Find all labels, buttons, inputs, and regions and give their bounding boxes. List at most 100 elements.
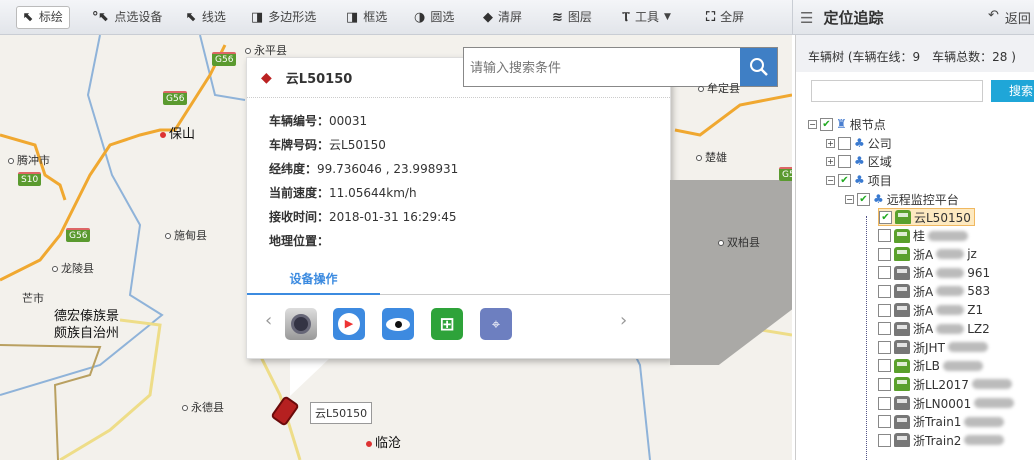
circle-select-button[interactable]: ◑ 圆选	[408, 6, 460, 29]
line-select-button[interactable]: ⬉ 线选	[180, 6, 232, 29]
field-location: 地理位置：	[269, 234, 330, 248]
bus-icon	[894, 284, 910, 299]
popup-tabs: 设备操作	[247, 268, 672, 295]
checkbox[interactable]	[878, 247, 891, 261]
bus-icon	[894, 433, 910, 448]
checkbox[interactable]	[878, 303, 891, 317]
bus-icon	[894, 396, 910, 410]
checkbox-checked: ✔	[838, 173, 851, 187]
map-city-label: 芒市	[22, 292, 44, 305]
map-city-label: 永平县	[245, 42, 287, 58]
box-select-icon: ◨	[346, 10, 359, 25]
tree-node-project[interactable]: − ✔ ♣ 项目	[826, 171, 892, 189]
checkbox[interactable]	[878, 415, 891, 429]
map-city-label: 临沧	[366, 432, 401, 451]
eraser-icon: ◆	[483, 10, 493, 25]
bus-icon	[894, 414, 910, 429]
org-icon: ♣	[854, 136, 865, 150]
checkbox[interactable]	[878, 284, 891, 298]
org-icon: ♣	[854, 173, 865, 187]
monitor-eye-icon[interactable]	[382, 308, 414, 340]
masked-plate	[936, 305, 965, 315]
wrench-icon: Ⲧ	[622, 10, 630, 25]
tree-vehicle-item[interactable]: 浙A jz	[878, 245, 977, 263]
expand-icon: +	[826, 156, 835, 166]
tree-vehicle-item[interactable]: 浙A LZ2	[878, 320, 990, 338]
tree-search-input[interactable]	[811, 80, 983, 102]
tab-device-operations[interactable]: 设备操作	[247, 268, 380, 295]
search-button[interactable]	[740, 48, 777, 86]
tree-node-region[interactable]: + ♣ 区域	[826, 152, 892, 170]
plot-button[interactable]: ⬉ 标绘	[16, 6, 70, 29]
video-playback-icon[interactable]: ▶	[333, 308, 365, 340]
tree-vehicle-item[interactable]: 浙LB	[878, 357, 983, 375]
tree-vehicle-item[interactable]: 浙JHT	[878, 338, 988, 356]
checkbox[interactable]	[878, 359, 891, 373]
checkbox[interactable]	[878, 396, 891, 410]
bus-icon	[894, 358, 910, 373]
tree-vehicle-item[interactable]: 浙A 583	[878, 282, 990, 300]
track-route-icon[interactable]: ⌖	[480, 308, 512, 340]
point-select-button[interactable]: °⬉ 点选设备	[86, 6, 168, 29]
caret-down-icon: ▼	[664, 12, 671, 22]
collapse-icon: −	[808, 119, 817, 129]
car-icon: ◆	[261, 69, 272, 86]
vehicle-marker-icon[interactable]	[270, 395, 300, 427]
layers-icon: ≋	[552, 10, 563, 25]
box-select-button[interactable]: ◨ 框选	[340, 6, 393, 29]
bus-icon	[894, 340, 910, 355]
map-city-label: 永德县	[182, 399, 224, 415]
add-record-icon[interactable]: ⊞	[431, 308, 463, 340]
toolbar-divider	[792, 0, 793, 35]
tree-vehicle-item[interactable]: 浙Train2	[878, 431, 1005, 449]
tools-dropdown[interactable]: Ⲧ 工具 ▼	[616, 6, 677, 29]
highway-shield: G56	[66, 228, 91, 242]
tree-vehicle-item[interactable]: 浙A 961	[878, 264, 990, 282]
polygon-select-icon: ◨	[251, 10, 264, 25]
back-button[interactable]: ↶ 返回	[988, 8, 1031, 27]
checkbox[interactable]	[878, 433, 891, 447]
highway-shield: G5	[779, 167, 792, 181]
camera-icon[interactable]	[285, 308, 317, 340]
checkbox[interactable]	[878, 340, 891, 354]
fullscreen-button[interactable]: ⛶ 全屏	[700, 6, 750, 29]
tree-vehicle-item[interactable]: 浙Train1	[878, 413, 1005, 431]
highway-shield: G56	[163, 91, 188, 105]
map-city-label: 双柏县	[718, 234, 760, 250]
checkbox[interactable]	[878, 322, 891, 336]
tree-vehicle-item[interactable]: 浙LL2017	[878, 375, 1012, 393]
masked-plate	[936, 249, 965, 260]
tree-node-root[interactable]: − ✔ ♜ 根节点	[808, 115, 886, 133]
fullscreen-icon: ⛶	[706, 10, 716, 25]
checkbox[interactable]: ✔	[879, 210, 892, 224]
tree-vehicle-item[interactable]: 浙A Z1	[878, 301, 983, 319]
polygon-select-button[interactable]: ◨ 多边形选	[245, 6, 322, 29]
tree-vehicle-item[interactable]: ✔ 云L50150	[878, 208, 975, 226]
field-plate: 车牌号码：云L50150	[269, 138, 386, 152]
checkbox[interactable]	[878, 377, 891, 391]
tree-vehicle-item[interactable]: 浙LN0001	[878, 394, 1015, 412]
bus-icon	[894, 228, 910, 243]
tree-vehicle-item[interactable]: 桂	[878, 227, 969, 245]
checkbox[interactable]	[878, 266, 891, 280]
layers-button[interactable]: ≋ 图层	[546, 6, 598, 29]
clear-screen-button[interactable]: ◆ 清屏	[477, 6, 528, 29]
org-icon: ♣	[854, 154, 865, 168]
vehicle-marker-label: 云L50150	[310, 402, 373, 424]
checkbox-checked: ✔	[820, 117, 833, 131]
masked-plate	[936, 267, 965, 278]
bus-icon	[894, 377, 910, 392]
next-arrow-icon[interactable]: ›	[620, 310, 627, 331]
map-city-label: 楚雄	[696, 149, 727, 165]
map-city-label: 施甸县	[165, 227, 207, 243]
checkbox[interactable]	[878, 229, 891, 243]
tree-search-button[interactable]: 搜索	[991, 80, 1034, 102]
root-node-icon: ♜	[836, 117, 847, 131]
tree-node-platform[interactable]: − ✔ ♣ 远程监控平台	[845, 190, 959, 208]
prev-arrow-icon[interactable]: ‹	[265, 310, 272, 331]
map-city-label: 保山	[160, 123, 195, 142]
line-select-icon: ⬉	[186, 10, 197, 25]
masked-plate	[928, 230, 969, 241]
search-icon	[749, 58, 768, 76]
tree-node-company[interactable]: + ♣ 公司	[826, 134, 892, 152]
